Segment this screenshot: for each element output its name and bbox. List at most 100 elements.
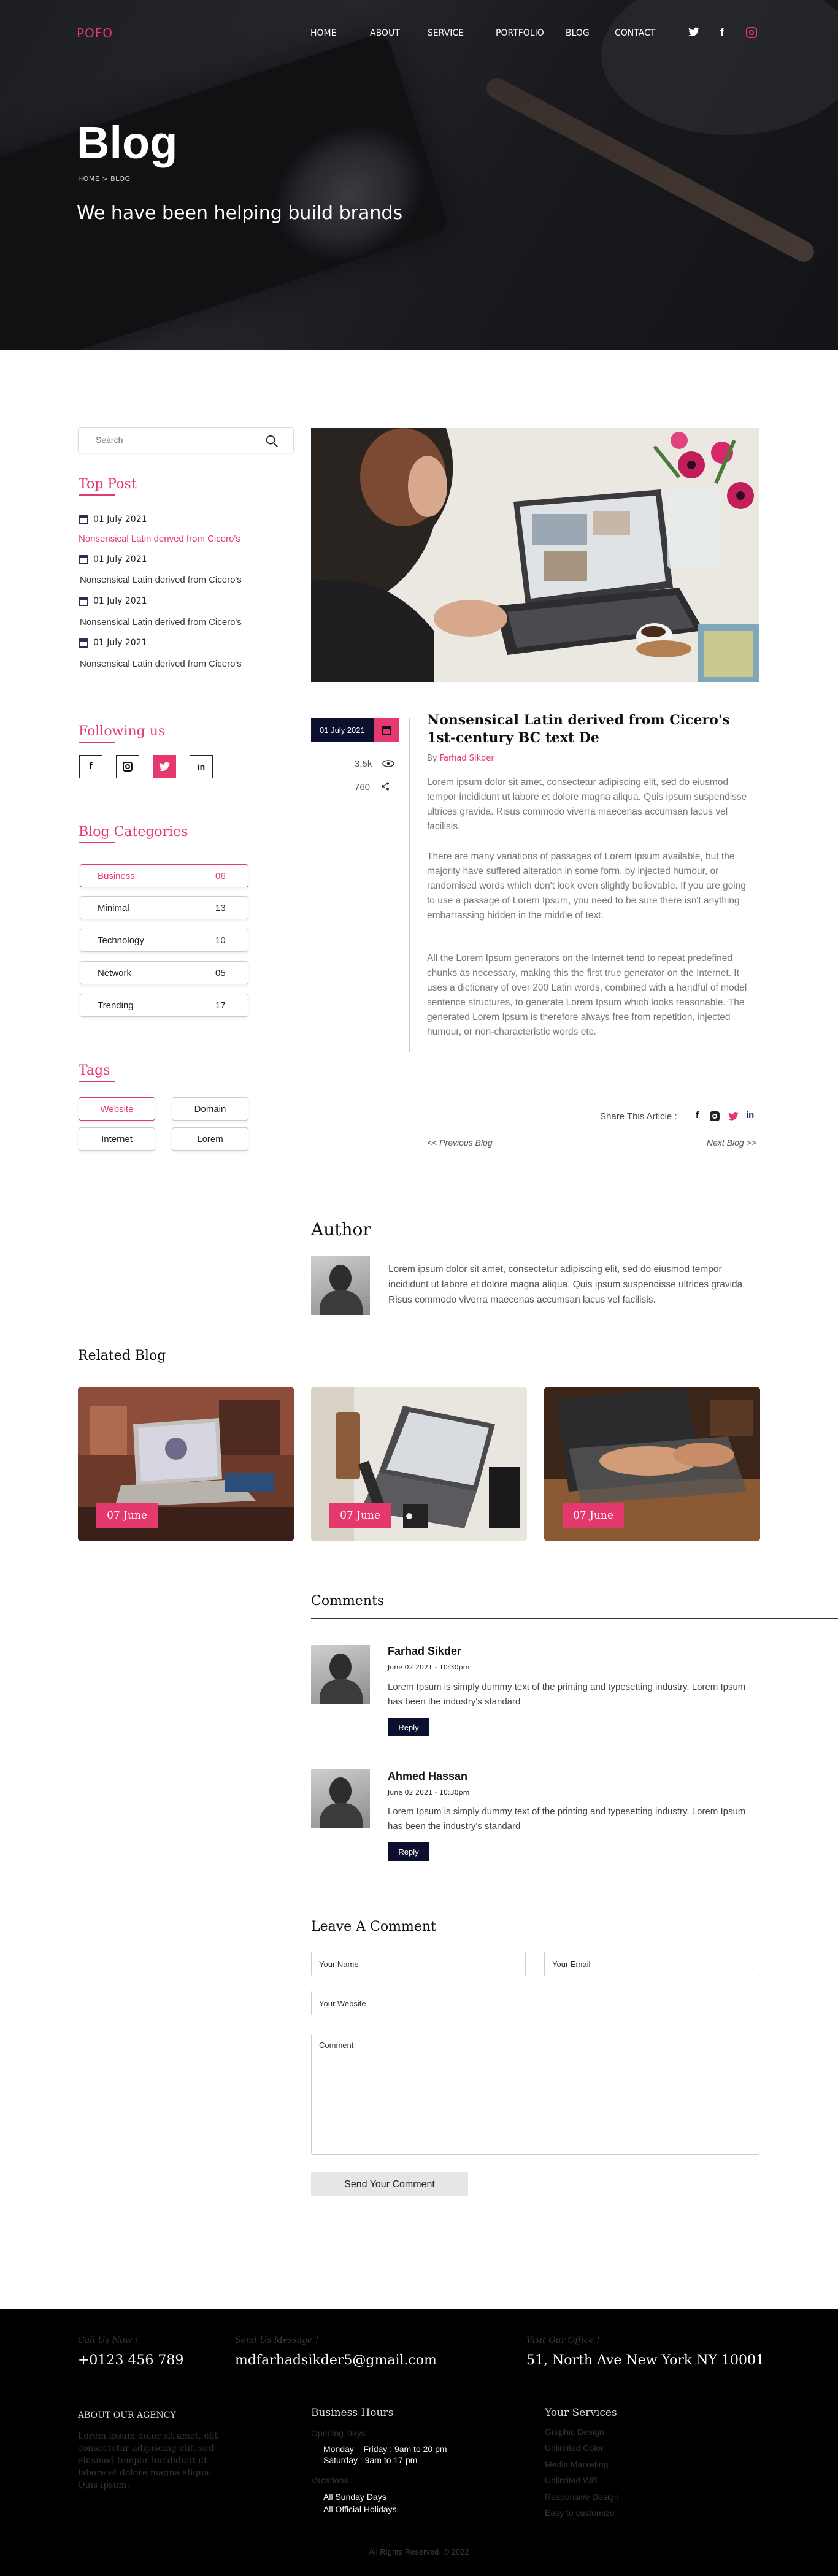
name-field[interactable] xyxy=(311,1952,526,1976)
tag-internet[interactable]: Internet xyxy=(79,1127,155,1151)
facebook-icon[interactable]: f xyxy=(720,26,724,39)
twitter-icon[interactable] xyxy=(153,755,176,778)
instagram-icon[interactable] xyxy=(710,1111,720,1121)
nav-service[interactable]: SERVICE xyxy=(428,28,464,38)
top-post-date: 01 July 2021 xyxy=(79,554,147,564)
next-blog-link[interactable]: Next Blog >> xyxy=(707,1138,756,1148)
category-minimal[interactable]: Minimal 13 xyxy=(80,896,248,919)
comment-text: Lorem Ipsum is simply dummy text of the … xyxy=(388,1682,746,1707)
website-field[interactable] xyxy=(311,1991,759,2015)
blog-categories-heading: Blog Categories xyxy=(79,824,188,843)
comment-date: June 02 2021 - 10:30pm xyxy=(388,1788,470,1796)
leave-comment-heading: Leave A Comment xyxy=(311,1919,436,1934)
site-logo[interactable]: POFO xyxy=(77,26,113,40)
twitter-icon[interactable] xyxy=(728,1112,739,1123)
commenter-name: Ahmed Hassan xyxy=(388,1770,468,1782)
services-heading: Your Services xyxy=(545,2407,617,2419)
about-text: Lorem ipsum dolor sit amet, elit consect… xyxy=(78,2431,218,2490)
post-paragraph: Lorem ipsum dolor sit amet, consectetur … xyxy=(427,777,747,832)
category-network[interactable]: Network 05 xyxy=(80,961,248,984)
page-title: Blog xyxy=(77,117,178,168)
calendar-icon xyxy=(79,554,88,564)
call-label: Call Us Now ! xyxy=(78,2336,139,2345)
service-link[interactable]: Responsive Design xyxy=(545,2492,619,2502)
twitter-icon[interactable] xyxy=(688,27,699,39)
following-heading: Following us xyxy=(79,724,166,743)
category-technology[interactable]: Technology 10 xyxy=(80,929,248,952)
instagram-icon[interactable] xyxy=(746,27,757,38)
linkedin-icon[interactable]: in xyxy=(190,755,213,778)
opening-line: Monday – Friday : 9am to 20 pm xyxy=(323,2444,447,2454)
top-post-link[interactable]: Nonsensical Latin derived from Cicero's xyxy=(80,617,242,627)
hero-banner: POFO HOME ABOUT SERVICE PORTFOLIO BLOG C… xyxy=(0,0,838,350)
category-trending[interactable]: Trending 17 xyxy=(80,994,248,1017)
share-icon[interactable] xyxy=(381,782,390,793)
footer-phone[interactable]: +0123 456 789 xyxy=(78,2353,183,2368)
facebook-icon[interactable]: f xyxy=(696,1110,699,1121)
service-link[interactable]: Unlimited Color xyxy=(545,2443,604,2453)
office-label: Visit Our Office ! xyxy=(526,2336,600,2345)
opening-label: Opening Days : xyxy=(311,2428,371,2438)
top-post-link[interactable]: Nonsensical Latin derived from Cicero's xyxy=(79,534,240,544)
top-post-heading: Top Post xyxy=(79,477,137,496)
service-link[interactable]: Graphic Design xyxy=(545,2427,604,2437)
search-input[interactable] xyxy=(96,435,261,445)
top-post-date: 01 July 2021 xyxy=(79,638,147,648)
share-label: Share This Article : xyxy=(600,1111,677,1122)
post-shares: 760 xyxy=(355,782,390,793)
related-date-badge: 07 June xyxy=(563,1503,624,1528)
post-title: Nonsensical Latin derived from Cicero's … xyxy=(427,712,730,746)
tag-website[interactable]: Website xyxy=(79,1097,155,1121)
nav-home[interactable]: HOME xyxy=(310,28,336,38)
top-post-link[interactable]: Nonsensical Latin derived from Cicero's xyxy=(80,575,242,585)
tag-lorem[interactable]: Lorem xyxy=(172,1127,248,1151)
service-link[interactable]: Media Marketing xyxy=(545,2459,609,2469)
email-field[interactable] xyxy=(544,1952,759,1976)
linkedin-icon[interactable]: in xyxy=(746,1110,754,1121)
service-link[interactable]: Unlimited Wifi xyxy=(545,2475,598,2485)
top-post-date: 01 July 2021 xyxy=(79,596,147,606)
commenter-name: Farhad Sikder xyxy=(388,1645,462,1657)
opening-line: Saturday : 9am to 17 pm xyxy=(323,2455,418,2465)
commenter-avatar xyxy=(311,1769,370,1828)
related-blog-card[interactable]: 07 June xyxy=(311,1387,527,1541)
nav-portfolio[interactable]: PORTFOLIO xyxy=(496,28,544,38)
footer-email[interactable]: mdfarhadsikder5@gmail.com xyxy=(235,2353,437,2368)
comments-heading: Comments xyxy=(311,1593,385,1609)
search-icon[interactable] xyxy=(265,434,279,448)
previous-blog-link[interactable]: << Previous Blog xyxy=(427,1138,493,1148)
nav-contact[interactable]: CONTACT xyxy=(615,28,655,38)
related-date-badge: 07 June xyxy=(329,1503,391,1528)
reply-button[interactable]: Reply xyxy=(388,1718,429,1736)
post-featured-image xyxy=(311,428,759,682)
tag-domain[interactable]: Domain xyxy=(172,1097,248,1121)
related-blog-card[interactable]: 07 June xyxy=(78,1387,294,1541)
comment-textarea[interactable] xyxy=(311,2034,759,2155)
site-footer: Call Us Now ! +0123 456 789 Send Us Mess… xyxy=(0,2309,838,2576)
business-hours-heading: Business Hours xyxy=(311,2407,394,2419)
author-bio: Lorem ipsum dolor sit amet, consectetur … xyxy=(388,1264,745,1305)
message-label: Send Us Message ! xyxy=(235,2336,319,2345)
calendar-icon xyxy=(79,596,88,606)
service-link[interactable]: Easy to customize xyxy=(545,2508,615,2518)
top-post-link[interactable]: Nonsensical Latin derived from Cicero's xyxy=(80,659,242,669)
comment-text: Lorem Ipsum is simply dummy text of the … xyxy=(388,1806,746,1831)
post-author-link[interactable]: Farhad Sikder xyxy=(440,754,494,763)
vacation-line: All Sunday Days xyxy=(323,2492,386,2502)
post-views: 3.5k xyxy=(355,759,394,770)
search-box xyxy=(78,427,294,453)
hero-subtitle: We have been helping build brands xyxy=(77,202,403,224)
reply-button[interactable]: Reply xyxy=(388,1842,429,1861)
about-heading: ABOUT OUR AGENCY xyxy=(78,2410,176,2420)
top-post-date: 01 July 2021 xyxy=(79,515,147,524)
nav-blog[interactable]: BLOG xyxy=(566,28,590,38)
instagram-icon[interactable] xyxy=(116,755,139,778)
category-business[interactable]: Business 06 xyxy=(80,864,248,887)
footer-address: 51, North Ave New York NY 10001 xyxy=(526,2353,764,2368)
author-heading: Author xyxy=(311,1219,371,1240)
facebook-icon[interactable]: f xyxy=(79,755,102,778)
nav-about[interactable]: ABOUT xyxy=(370,28,400,38)
related-blog-card[interactable]: 07 June xyxy=(544,1387,760,1541)
send-comment-button[interactable]: Send Your Comment xyxy=(311,2172,468,2196)
calendar-icon xyxy=(79,638,88,648)
